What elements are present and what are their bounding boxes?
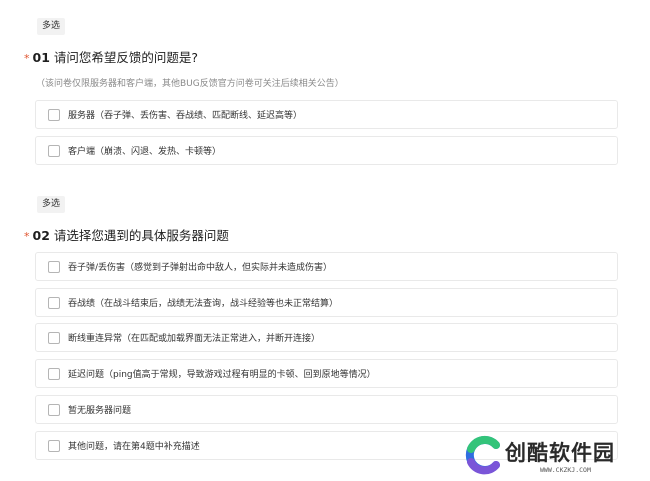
option-label: 吞战绩（在战斗结束后，战绩无法查询，战斗经验等也未正常结算） [68,299,339,309]
question-number: 02 [32,228,50,243]
question-title: * 02 请选择您遇到的具体服务器问题 [24,225,229,244]
option-lost-bullets[interactable]: 吞子弹/丢伤害（感觉到子弹射出命中敌人，但实际并未造成伤害） [35,252,618,281]
checkbox[interactable] [48,260,60,273]
option-latency[interactable]: 延迟问题（ping值高于常规，导致游戏过程有明显的卡顿、回到原地等情况） [35,359,618,388]
multi-select-tag: 多选 [37,196,66,213]
checkbox[interactable] [48,403,60,416]
option-label: 其他问题，请在第4题中补充描述 [68,442,200,452]
watermark-name: 创酷软件园 [505,441,615,465]
required-asterisk: * [24,52,30,65]
checkbox[interactable] [48,439,60,452]
option-label: 吞子弹/丢伤害（感觉到子弹射出命中敌人，但实际并未造成伤害） [68,263,333,273]
option-label: 暂无服务器问题 [68,406,132,416]
option-label: 断线重连异常（在匹配或加载界面无法正常进入，并断开连接） [68,334,321,344]
option-client[interactable]: 客户端（崩溃、闪退、发热、卡顿等） [35,136,618,165]
watermark: 创酷软件园 WWW.CKZKJ.COM [463,432,648,478]
question-text: 请选择您遇到的具体服务器问题 [53,228,229,243]
question-title: * 01 请问您希望反馈的问题是? [24,47,198,66]
question-hint: （该问卷仅限服务器和客户端，其他BUG反馈官方问卷可关注后续相关公告） [36,79,344,89]
option-label: 延迟问题（ping值高于常规，导致游戏过程有明显的卡顿、回到原地等情况） [68,370,376,380]
brand-logo-icon [465,435,500,475]
question-number: 01 [32,50,50,65]
required-asterisk: * [24,230,30,243]
option-label: 客户端（崩溃、闪退、发热、卡顿等） [68,147,222,157]
checkbox[interactable] [48,296,60,309]
option-reconnect[interactable]: 断线重连异常（在匹配或加载界面无法正常进入，并断开连接） [35,323,618,352]
watermark-url: WWW.CKZKJ.COM [540,466,591,474]
checkbox[interactable] [48,108,60,121]
option-lost-record[interactable]: 吞战绩（在战斗结束后，战绩无法查询，战斗经验等也未正常结算） [35,288,618,317]
multi-select-tag: 多选 [37,18,66,35]
option-no-issue[interactable]: 暂无服务器问题 [35,395,618,424]
checkbox[interactable] [48,144,60,157]
question-text: 请问您希望反馈的问题是? [53,50,199,65]
checkbox[interactable] [48,331,60,344]
checkbox[interactable] [48,367,60,380]
option-server[interactable]: 服务器（吞子弹、丢伤害、吞战绩、匹配断线、延迟高等） [35,100,618,129]
option-label: 服务器（吞子弹、丢伤害、吞战绩、匹配断线、延迟高等） [68,111,303,121]
